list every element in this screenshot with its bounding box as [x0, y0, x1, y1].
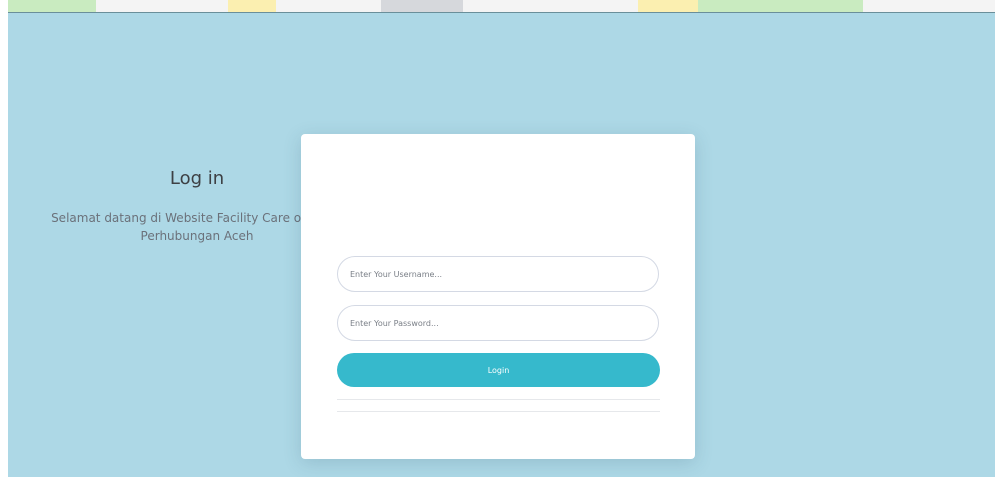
header-banner-image	[8, 0, 995, 13]
welcome-message: Selamat datang di Website Facility Care …	[51, 211, 343, 243]
password-input[interactable]	[337, 305, 659, 341]
login-card: Login	[301, 134, 695, 459]
divider	[337, 411, 660, 412]
login-button[interactable]: Login	[337, 353, 660, 387]
username-input[interactable]	[337, 256, 659, 292]
divider	[337, 399, 660, 400]
